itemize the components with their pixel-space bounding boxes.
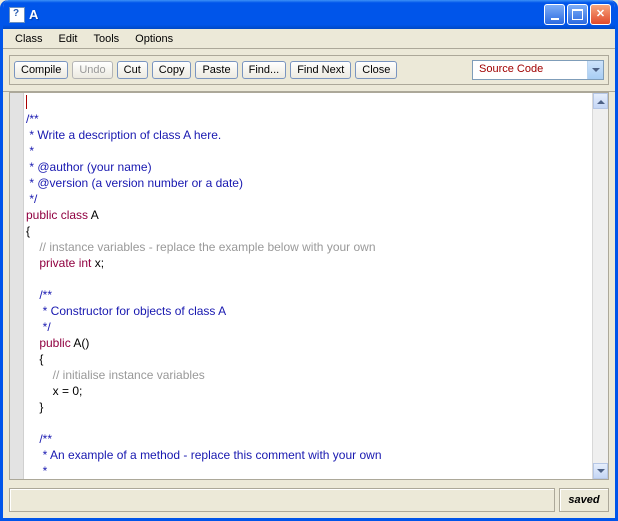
find-next-button[interactable]: Find Next: [290, 61, 351, 79]
menu-options[interactable]: Options: [127, 31, 181, 47]
code-line: * @version (a version number or a date): [26, 176, 243, 190]
titlebar[interactable]: A: [3, 0, 615, 29]
code-token: public: [26, 336, 71, 350]
code-line: */: [26, 320, 51, 334]
editor-gutter: [10, 93, 24, 479]
code-area[interactable]: /** * Write a description of class A her…: [24, 93, 592, 479]
menu-tools[interactable]: Tools: [85, 31, 127, 47]
code-line: x = 0;: [26, 384, 82, 398]
code-line: /**: [26, 288, 52, 302]
code-line: *: [26, 464, 51, 478]
code-token: A: [88, 208, 99, 222]
menu-class[interactable]: Class: [7, 31, 51, 47]
scroll-track[interactable]: [593, 109, 608, 463]
editor-container: /** * Write a description of class A her…: [3, 92, 615, 484]
editor-window: A Class Edit Tools Options Compile Undo …: [0, 0, 618, 521]
statusbar: saved: [3, 484, 615, 518]
view-select[interactable]: Source Code: [472, 60, 604, 80]
window-controls: [544, 4, 611, 25]
status-saved: saved: [559, 488, 609, 512]
code-token: int: [75, 256, 91, 270]
find-button[interactable]: Find...: [242, 61, 287, 79]
code-token: private: [26, 256, 75, 270]
code-line: // initialise instance variables: [26, 368, 205, 382]
status-message: [9, 488, 555, 512]
app-icon: [9, 7, 25, 23]
view-select-value: Source Code: [473, 61, 587, 79]
code-line: /**: [26, 112, 39, 126]
vertical-scrollbar[interactable]: [592, 93, 608, 479]
maximize-button[interactable]: [567, 4, 588, 25]
caret-icon: [26, 95, 27, 109]
toolbar: Compile Undo Cut Copy Paste Find... Find…: [9, 55, 609, 85]
paste-button[interactable]: Paste: [195, 61, 237, 79]
editor-frame: /** * Write a description of class A her…: [9, 92, 609, 480]
menubar: Class Edit Tools Options: [3, 29, 615, 49]
menu-edit[interactable]: Edit: [51, 31, 86, 47]
code-line: *: [26, 144, 37, 158]
code-line: }: [26, 400, 43, 414]
code-line: */: [26, 192, 37, 206]
code-token: class: [57, 208, 88, 222]
compile-button[interactable]: Compile: [14, 61, 68, 79]
code-line: * Constructor for objects of class A: [26, 304, 226, 318]
scroll-down-icon[interactable]: [593, 463, 608, 479]
undo-button[interactable]: Undo: [72, 61, 112, 79]
code-token: A(): [71, 336, 90, 350]
cut-button[interactable]: Cut: [117, 61, 148, 79]
close-window-button[interactable]: [590, 4, 611, 25]
code-line: // instance variables - replace the exam…: [26, 240, 376, 254]
window-title: A: [29, 7, 544, 22]
scroll-up-icon[interactable]: [593, 93, 608, 109]
minimize-button[interactable]: [544, 4, 565, 25]
chevron-down-icon: [587, 61, 603, 79]
close-button[interactable]: Close: [355, 61, 397, 79]
code-line: {: [26, 224, 30, 238]
toolbar-container: Compile Undo Cut Copy Paste Find... Find…: [3, 49, 615, 92]
code-line: * Write a description of class A here.: [26, 128, 221, 142]
code-line: * An example of a method - replace this …: [26, 448, 382, 462]
code-line: {: [26, 352, 43, 366]
code-line: /**: [26, 432, 52, 446]
code-token: x;: [91, 256, 104, 270]
code-line: * @author (your name): [26, 160, 155, 174]
copy-button[interactable]: Copy: [152, 61, 192, 79]
code-token: public: [26, 208, 57, 222]
